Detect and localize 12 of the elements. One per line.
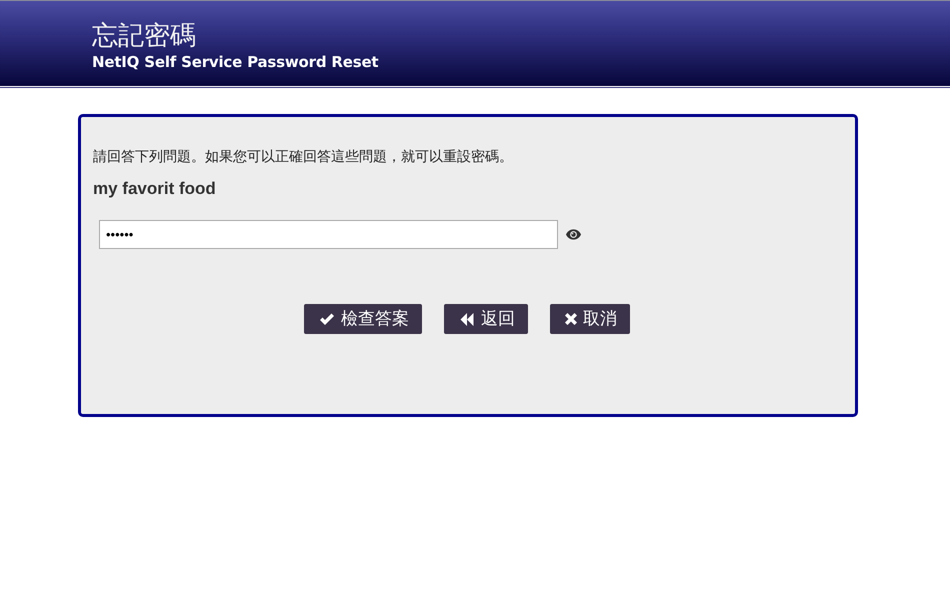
rewind-icon [459, 312, 475, 326]
question-label: my favorit food [93, 178, 217, 200]
app-subtitle: NetIQ Self Service Password Reset [92, 52, 380, 72]
check-answers-button[interactable]: 檢查答案 [304, 304, 422, 334]
close-icon [565, 313, 577, 325]
eye-icon[interactable] [566, 229, 581, 240]
back-button[interactable]: 返回 [444, 304, 528, 334]
cancel-button[interactable]: 取消 [550, 304, 630, 334]
answer-field[interactable]: •••••• [99, 220, 558, 249]
check-icon [319, 312, 335, 326]
instruction-text: 請回答下列問題。如果您可以正確回答這些問題，就可以重設密碼。 [93, 147, 514, 166]
page-title: 忘記密碼 [92, 19, 197, 51]
